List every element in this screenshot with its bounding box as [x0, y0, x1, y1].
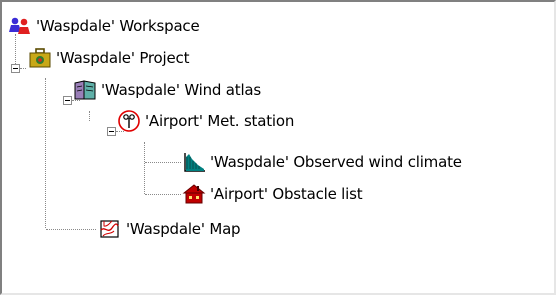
map-icon [100, 220, 119, 238]
obstacle-list-house-icon [182, 184, 206, 204]
wind-atlas-book-icon [74, 80, 96, 100]
project-briefcase-icon [29, 48, 51, 68]
tree-connector [145, 162, 181, 163]
workspace-tree: 'Waspdale' Workspace 'Waspdale' Project … [4, 4, 554, 293]
tree-node-wind-atlas[interactable]: 'Waspdale' Wind atlas [73, 79, 261, 101]
tree-node-label: 'Waspdale' Project [56, 49, 190, 67]
met-station-collapse-toggle[interactable] [107, 127, 116, 136]
tree-connector [145, 194, 181, 195]
observed-wind-climate-histogram-icon [184, 153, 205, 172]
tree-node-label: 'Airport' Met. station [145, 112, 295, 130]
tree-connector [46, 229, 96, 230]
tree-connector [144, 142, 145, 194]
met-station-anemometer-icon [118, 110, 140, 132]
tree-node-label: 'Airport' Obstacle list [210, 185, 363, 203]
tree-node-observed-wind-climate[interactable]: 'Waspdale' Observed wind climate [182, 151, 462, 173]
workspace-tree-panel: 'Waspdale' Workspace 'Waspdale' Project … [0, 0, 556, 295]
tree-connector [45, 78, 46, 228]
wind-atlas-collapse-toggle[interactable] [63, 96, 72, 105]
tree-node-map[interactable]: 'Waspdale' Map [98, 218, 241, 240]
tree-node-workspace[interactable]: 'Waspdale' Workspace [8, 15, 200, 37]
tree-node-label: 'Waspdale' Workspace [36, 17, 200, 35]
tree-node-project[interactable]: 'Waspdale' Project [28, 47, 189, 69]
tree-connector [89, 111, 90, 121]
tree-connector [15, 34, 16, 64]
tree-connector [20, 68, 26, 69]
tree-node-obstacle-list[interactable]: 'Airport' Obstacle list [182, 183, 363, 205]
project-collapse-toggle[interactable] [11, 64, 20, 73]
tree-node-label: 'Waspdale' Wind atlas [101, 81, 262, 99]
tree-node-met-station[interactable]: 'Airport' Met. station [117, 110, 294, 132]
tree-node-label: 'Waspdale' Map [126, 220, 241, 238]
workspace-icon [9, 17, 30, 34]
tree-node-label: 'Waspdale' Observed wind climate [210, 153, 462, 171]
